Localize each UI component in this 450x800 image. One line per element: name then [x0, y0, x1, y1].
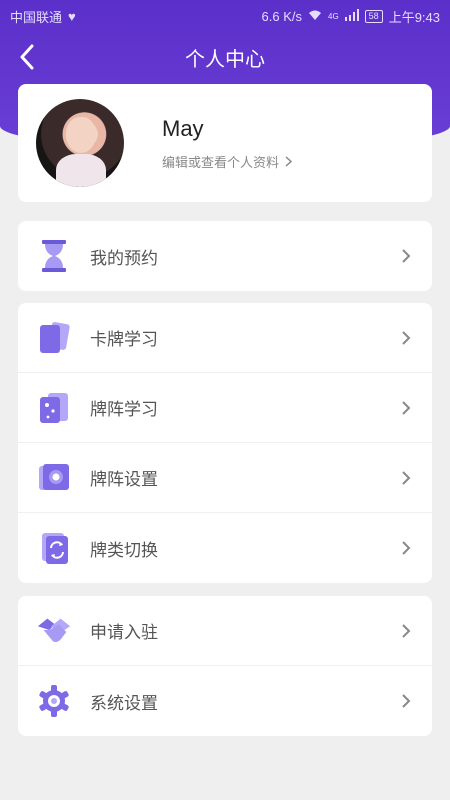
network-speed: 6.6 K/s: [261, 8, 302, 24]
network-type: 4G: [328, 11, 339, 21]
handshake-icon: [36, 613, 72, 649]
edit-profile-link[interactable]: 编辑或查看个人资料: [162, 152, 293, 171]
cards-moon-icon: [36, 320, 72, 356]
carrier-label: 中国联通: [10, 9, 63, 25]
edit-profile-label: 编辑或查看个人资料: [162, 154, 280, 170]
profile-card[interactable]: May 编辑或查看个人资料: [18, 84, 432, 202]
page-title: 个人中心: [185, 48, 265, 71]
chevron-right-icon: [285, 155, 293, 167]
battery-icon: 58: [364, 9, 383, 23]
back-button[interactable]: [12, 42, 42, 72]
heart-icon: ♥: [68, 8, 76, 24]
hourglass-icon: [36, 238, 72, 274]
menu-item-system-settings[interactable]: 系统设置: [18, 666, 432, 736]
wifi-icon: [308, 9, 322, 24]
status-bar: 中国联通 ♥ 6.6 K/s 4G 58 上午9:43: [0, 0, 450, 32]
chevron-left-icon: [20, 44, 34, 70]
menu-item-label: 卡牌学习: [90, 330, 158, 349]
cards-star-icon: [36, 390, 72, 426]
chevron-right-icon: [402, 249, 411, 263]
menu-item-label: 牌阵设置: [90, 470, 158, 489]
menu-item-label: 牌阵学习: [90, 400, 158, 419]
menu-item-label: 系统设置: [90, 693, 158, 713]
menu-item-label: 牌类切换: [90, 540, 158, 560]
gear-icon: [36, 683, 72, 719]
menu-item-spread-learning[interactable]: 牌阵学习: [18, 373, 432, 443]
menu-item-switch-cards[interactable]: 牌类切换: [18, 513, 432, 583]
menu-item-label: 申请入驻: [90, 623, 158, 642]
chevron-right-icon: [402, 694, 411, 708]
avatar[interactable]: [36, 99, 124, 187]
menu-item-spread-settings[interactable]: 牌阵设置: [18, 443, 432, 513]
menu-group-learning: 卡牌学习 牌阵学习 牌阵设置 牌类切换: [18, 303, 432, 583]
signal-icon: [344, 8, 359, 24]
chevron-right-icon: [402, 330, 411, 345]
menu-group-appointments: 我的预约: [18, 221, 432, 291]
clock: 上午9:43: [388, 9, 440, 25]
chevron-right-icon: [402, 623, 411, 638]
chevron-right-icon: [402, 470, 411, 485]
menu-item-my-appointments[interactable]: 我的预约: [18, 221, 432, 291]
chevron-right-icon: [402, 400, 411, 415]
spread-settings-icon: [36, 460, 72, 496]
nav-bar: 个人中心: [0, 36, 450, 78]
menu-item-label: 我的预约: [90, 248, 158, 268]
switch-cards-icon: [36, 530, 72, 566]
menu-item-apply-join[interactable]: 申请入驻: [18, 596, 432, 666]
profile-name: May: [162, 115, 204, 141]
menu-group-system: 申请入驻 系统设置: [18, 596, 432, 736]
chevron-right-icon: [402, 541, 411, 555]
menu-item-card-learning[interactable]: 卡牌学习: [18, 303, 432, 373]
